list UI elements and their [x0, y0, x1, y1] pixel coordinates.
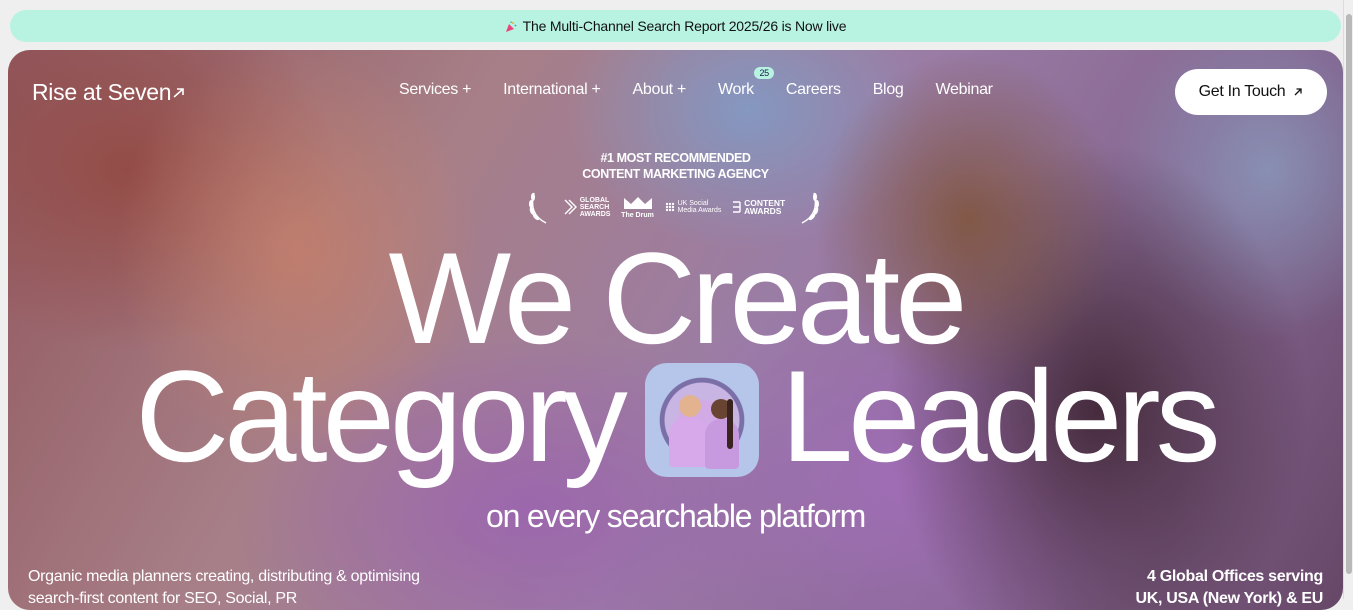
award-uk-social-line-2: Media Awards — [677, 207, 722, 214]
logo-text: Rise at Seven — [32, 79, 172, 105]
page-scrollbar[interactable] — [1343, 0, 1353, 599]
nav-item-work-label: Work — [718, 81, 754, 98]
hero-section: Rise at Seven Services + International +… — [8, 50, 1343, 610]
award-uk-social-line-1: UK Social — [677, 200, 709, 207]
headline-word-category: Category — [135, 343, 627, 489]
award-content-awards: CONTENT AWARDS — [732, 199, 785, 215]
laurel-right-icon — [801, 192, 819, 224]
dots-grid-icon — [665, 202, 674, 212]
nav-item-webinar[interactable]: Webinar — [936, 81, 994, 99]
award-global-search: GLOBAL SEARCH AWARDS — [563, 196, 611, 218]
nav-item-blog[interactable]: Blog — [873, 81, 904, 99]
headline-line-2: Category Leaders — [8, 346, 1343, 486]
award-heading: #1 MOST RECOMMENDED CONTENT MARKETING AG… — [8, 150, 1343, 182]
hero-thumbnail-image — [644, 363, 759, 477]
logo-mark-icon — [173, 87, 185, 98]
award-uk-social-media: UK Social Media Awards — [665, 200, 722, 214]
hero-description: Organic media planners creating, distrib… — [28, 568, 420, 607]
offices-summary-line-1: 4 Global Offices serving — [1147, 568, 1323, 585]
arrow-up-right-icon — [1294, 88, 1303, 96]
offices-summary-line-2: UK, USA (New York) & EU — [1135, 590, 1324, 607]
chevron-mark-icon — [564, 199, 577, 215]
award-global-search-line-3: AWARDS — [579, 210, 611, 218]
site-logo[interactable]: Rise at Seven — [32, 79, 185, 106]
scrollbar-thumb[interactable] — [1346, 14, 1352, 574]
hero-subheadline: on every searchable platform — [485, 498, 866, 534]
award-the-drum: The Drum — [621, 196, 654, 219]
nav-item-careers[interactable]: Careers — [786, 81, 841, 99]
nav-item-international[interactable]: International + — [503, 81, 601, 99]
announcement-bar[interactable]: The Multi-Channel Search Report 2025/26 … — [10, 10, 1341, 42]
laurel-left-icon — [529, 192, 547, 224]
nav-item-work[interactable]: Work 25 — [718, 67, 774, 99]
award-heading-line-1: #1 MOST RECOMMENDED — [600, 151, 751, 165]
main-nav: Services + International + About + Work … — [399, 67, 1025, 99]
award-heading-line-2: CONTENT MARKETING AGENCY — [582, 167, 769, 181]
nav-item-services[interactable]: Services + — [399, 81, 471, 99]
award-global-search-line-1: GLOBAL — [579, 196, 610, 204]
announcement-text[interactable]: The Multi-Channel Search Report 2025/26 … — [523, 18, 847, 34]
party-popper-icon — [505, 20, 517, 32]
offices-summary: 4 Global Offices serving UK, USA (New Yo… — [1063, 566, 1324, 610]
award-the-drum-label: The Drum — [621, 211, 654, 219]
get-in-touch-button[interactable]: Get In Touch — [1175, 69, 1327, 115]
get-in-touch-label: Get In Touch — [1198, 83, 1286, 100]
crown-icon — [623, 196, 652, 209]
award-content-line-2: AWARDS — [744, 206, 782, 216]
work-count-badge: 25 — [754, 67, 774, 79]
nav-item-about[interactable]: About + — [633, 81, 687, 99]
award-global-search-line-2: SEARCH — [579, 203, 610, 211]
content-mark-icon — [733, 201, 741, 213]
headline-word-leaders: Leaders — [780, 343, 1221, 489]
awards-row: GLOBAL SEARCH AWARDS The Drum UK Social … — [526, 189, 822, 225]
